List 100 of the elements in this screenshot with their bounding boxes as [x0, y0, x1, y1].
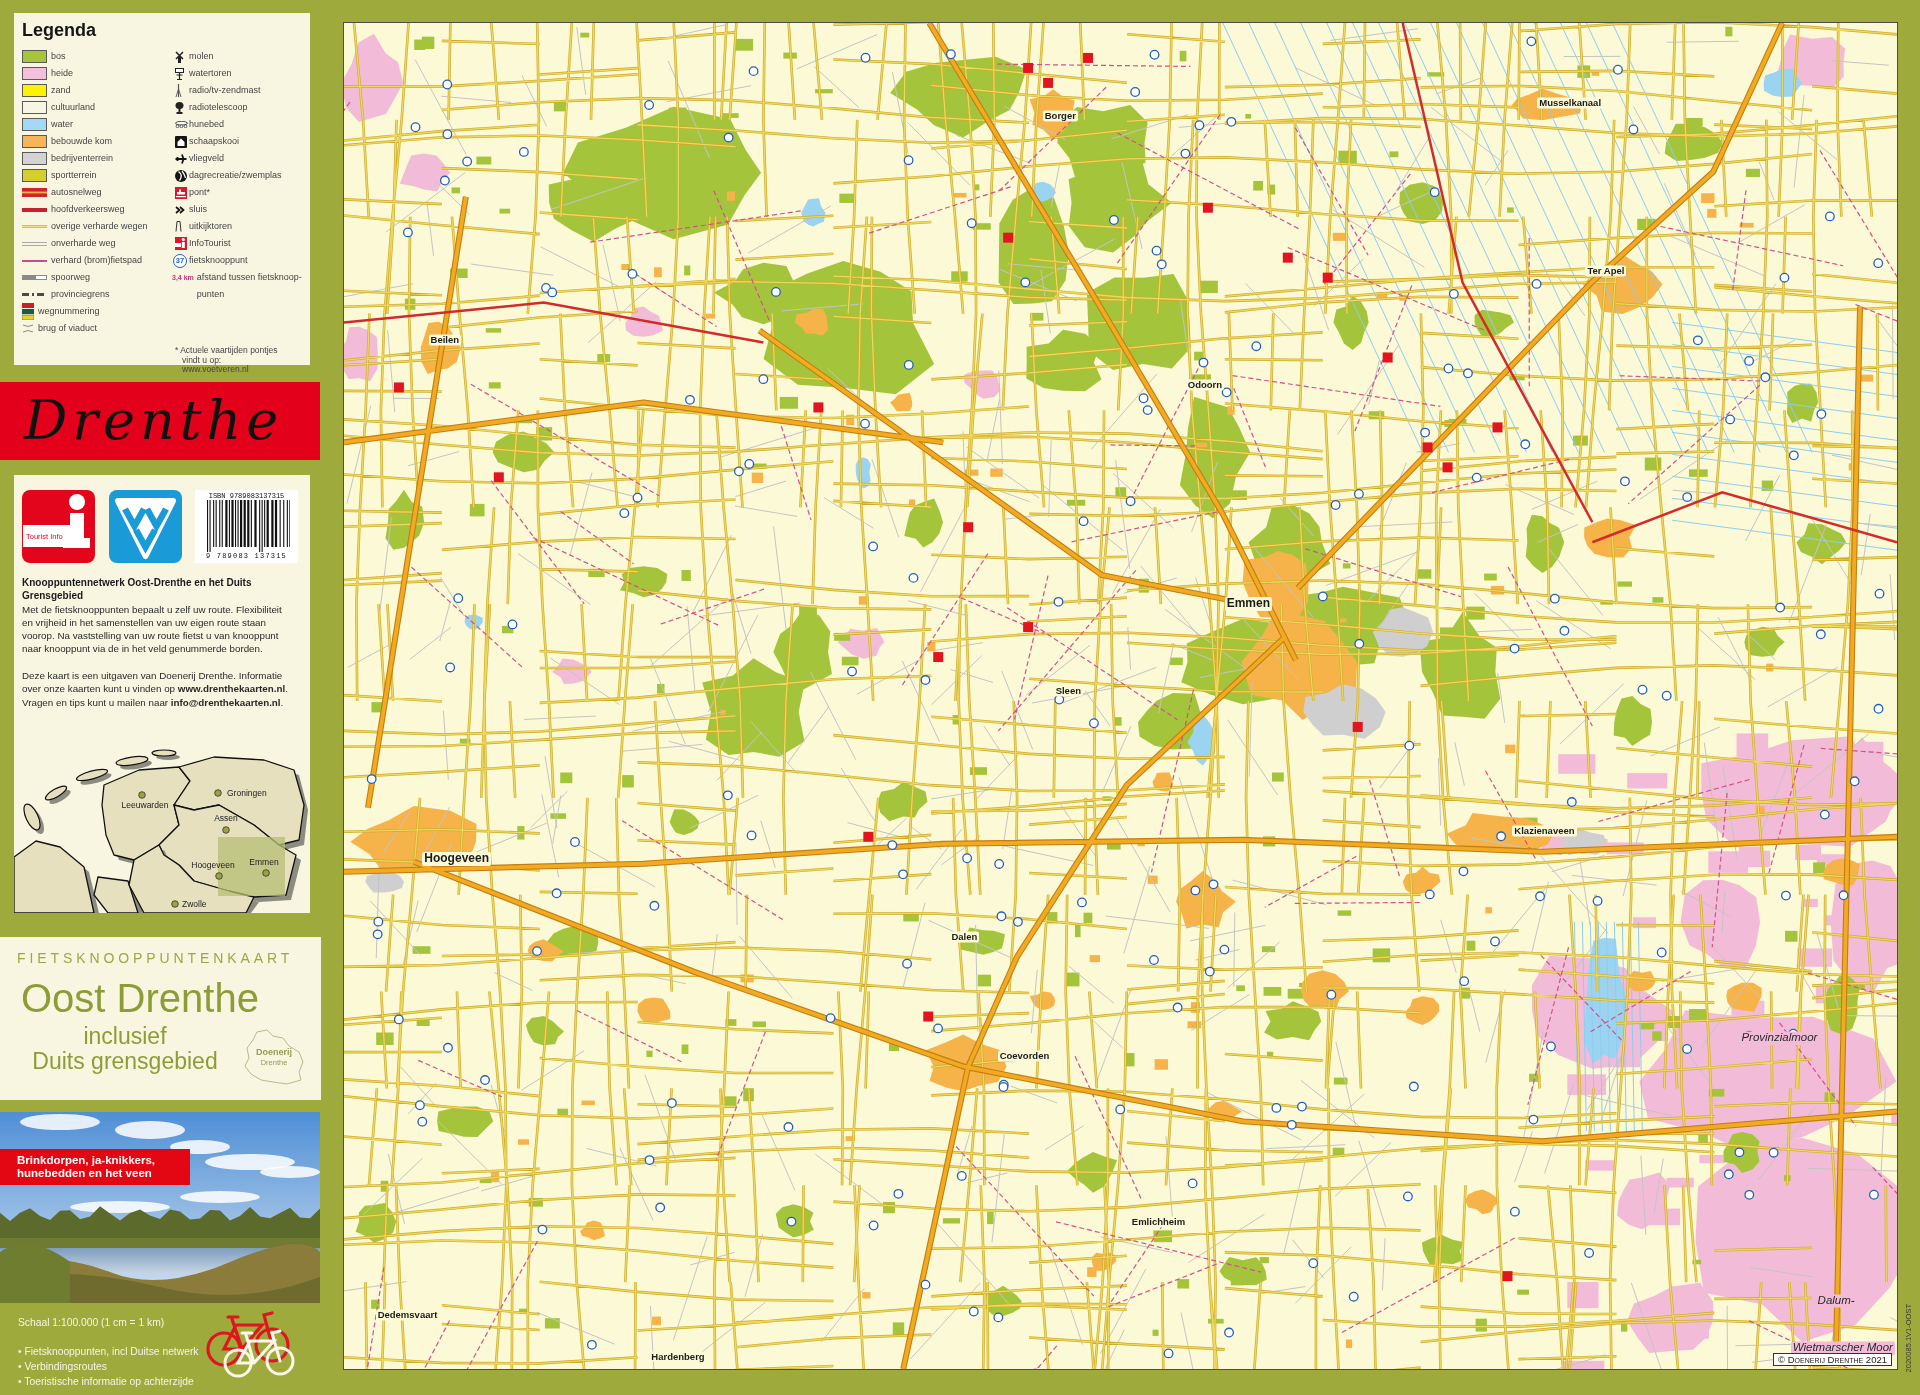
place-label: Klazienaveen	[1512, 825, 1577, 837]
legend-label: sluis	[189, 202, 207, 216]
windmill-icon	[175, 50, 184, 63]
city-label: Hoogeveen	[191, 860, 235, 870]
island-shape	[115, 755, 152, 770]
triangle-logo-icon	[109, 490, 182, 563]
place-label: Emlichheim	[1129, 1216, 1188, 1228]
legend-label: schaapskooi	[189, 134, 240, 148]
dish-icon	[175, 101, 184, 114]
road-line-icon	[22, 225, 47, 228]
map-subtitle: inclusief Duits grensgebied	[31, 1024, 219, 1076]
place-label: Emmen	[1224, 597, 1273, 612]
place-label: Beilen	[428, 334, 462, 346]
script-title: Drenthe	[24, 394, 284, 448]
road-number-icon	[22, 303, 34, 320]
place-label: Hoogeveen	[422, 852, 491, 866]
legend-label: sportterrein	[51, 168, 97, 182]
place-label: Dalen	[949, 931, 980, 943]
place-label: Hardenberg	[649, 1351, 707, 1362]
motorway-line-icon	[22, 188, 47, 197]
legend-label: brug of viaduct	[38, 321, 98, 335]
track-line-icon	[22, 241, 47, 246]
legend-label: onverharde weg	[51, 236, 116, 250]
bridge-icon	[22, 324, 34, 333]
province-outline-icon	[243, 1028, 305, 1086]
island-shape	[151, 749, 180, 760]
city-marker-icon	[222, 826, 230, 834]
bicycle-icon	[223, 1329, 295, 1378]
hut-icon	[175, 135, 187, 148]
legend-label: spoorweg	[51, 270, 91, 284]
city-label: Groningen	[227, 788, 267, 798]
place-label: Provinzialmoor	[1739, 1031, 1820, 1045]
border-line-icon	[22, 293, 47, 296]
info-icon	[175, 237, 187, 250]
map-title: Oost Drenthe	[21, 976, 259, 1020]
legend-label: radio/tv-zendmast	[189, 83, 261, 97]
tower-icon	[175, 221, 182, 232]
legend-label: uitkijktoren	[189, 219, 233, 233]
legend-label: pont*	[189, 185, 211, 199]
railway-line-icon	[22, 275, 47, 280]
legend-label: bos	[51, 49, 66, 63]
city-marker-icon	[171, 900, 179, 908]
city-marker-icon	[262, 869, 270, 877]
feature-item: • Fietsknooppunten, incl Duitse netwerk	[18, 1345, 199, 1359]
legend-label: wegnummering	[38, 304, 100, 318]
legend-label: autosnelweg	[51, 185, 102, 199]
place-label: Odoorn	[1185, 379, 1225, 391]
city-marker-icon	[138, 791, 146, 799]
place-label: Ter Apel	[1585, 265, 1627, 277]
legend-title: Legenda	[22, 19, 96, 42]
info-paragraph: Deze kaart is een uitgaven van Doenerij Drenthe. Informatie over onze kaarten kunt u vinden op www.drenthekaarten.nl. Vragen en tips kunt u mailen naar info@drenthekaarten.nl.	[22, 669, 289, 709]
publisher-name: Doenerij	[256, 1047, 292, 1058]
city-marker-icon	[215, 872, 223, 880]
legend-label: cultuurland	[51, 100, 96, 114]
legend-label: verhard (brom)fietspad	[51, 253, 143, 267]
stones-icon	[175, 121, 188, 128]
city-label: Zwolle	[182, 899, 207, 909]
info-paragraph: Met de fietsknooppunten bepaalt u zelf uw route. Flexibiliteit en vrijheid in het samenstellen van uw eigen route staan voorop. Na vaststelling van uw route fietst u van knooppunt naar knooppunt via de in het veld genummerde borden.	[22, 602, 283, 656]
legend-label: hoofdverkeersweg	[51, 202, 125, 216]
legend-label: bedrijventerrein	[51, 151, 114, 165]
path-line-icon	[22, 259, 47, 262]
legend-label: molen	[189, 49, 214, 63]
city-label: Assen	[214, 813, 238, 823]
place-label: Sleen	[1053, 685, 1083, 697]
series-title: FIETSKNOOPPUNTENKAART	[17, 949, 294, 968]
ball-icon	[175, 169, 187, 182]
airplane-icon	[175, 153, 187, 164]
city-label: Emmen	[249, 857, 279, 867]
legend-label: watertoren	[189, 66, 232, 80]
place-label: Musselkanaal	[1537, 97, 1604, 109]
legend-label: InfoTourist	[189, 236, 231, 250]
place-label: Dalum-	[1815, 1294, 1857, 1308]
legend-label: afstand tussen fietsknoop- punten	[196, 271, 302, 301]
city-marker-icon	[214, 789, 222, 797]
water-tower-icon	[175, 67, 184, 80]
legend-label: bebouwde kom	[51, 134, 113, 148]
legend-label: heide	[51, 66, 74, 80]
chevrons-icon	[175, 205, 185, 214]
info-heading: Knooppuntennetwerk Oost-Drenthe en het Duits Grensgebied	[22, 576, 253, 603]
feature-item: • Toeristische informatie op achterzijde	[18, 1375, 195, 1389]
scale-text: Schaal 1:100.000 (1 cm = 1 km)	[18, 1316, 166, 1330]
legend-label: vliegveld	[189, 151, 225, 165]
legend-label: provinciegrens	[51, 287, 110, 301]
bicycle-icon	[206, 1311, 291, 1367]
city-label: Leeuwarden	[121, 800, 169, 810]
legend-label: radiotelescoop	[189, 100, 248, 114]
legend-label: dagrecreatie/zwemplas	[189, 168, 282, 182]
copyright-notice: © Doenerij Drenthe 2021	[1773, 1353, 1892, 1366]
place-label: Borger	[1042, 110, 1078, 122]
legend-label: hunebed	[189, 117, 225, 131]
feature-item: • Verbindingsroutes	[18, 1360, 108, 1374]
island-shape	[75, 768, 112, 785]
place-label: Dedemsvaart	[375, 1309, 440, 1321]
place-label: Coevorden	[997, 1050, 1052, 1062]
photo-caption: Brinkdorpen, ja-knikkers, hunebedden en het veen	[0, 1149, 190, 1185]
boat-icon	[175, 186, 187, 199]
ferry-footnote: * Actuele vaartijden pontjes vindt u op: www.voetveren.nl	[175, 346, 278, 375]
legend-label: fietsknooppunt	[189, 253, 248, 267]
legend-label: water	[51, 117, 73, 131]
legend-label: overige verharde wegen	[51, 219, 148, 233]
